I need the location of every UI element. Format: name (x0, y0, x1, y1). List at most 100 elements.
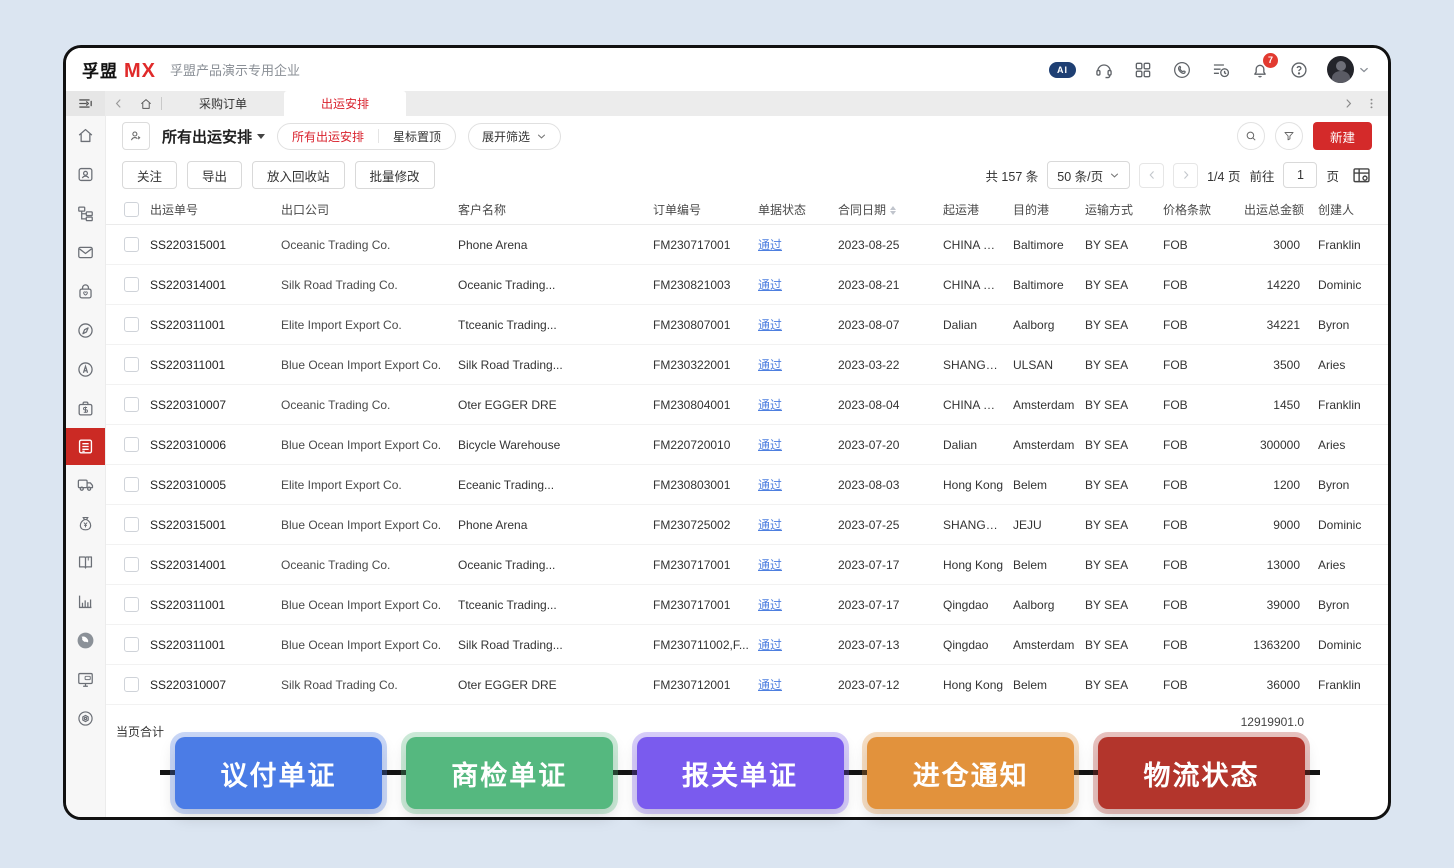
toolbar-button-3[interactable]: 放入回收站 (252, 161, 345, 189)
status-link[interactable]: 通过 (758, 278, 782, 292)
table-row[interactable]: SS220315001 Oceanic Trading Co. Phone Ar… (106, 225, 1388, 265)
status-link[interactable]: 通过 (758, 478, 782, 492)
table-row[interactable]: SS220314001 Silk Road Trading Co. Oceani… (106, 265, 1388, 305)
app-grid-icon (1133, 60, 1153, 80)
port-of-destination-cell: JEJU (1013, 518, 1085, 532)
sidebar-item-shipping-doc[interactable] (66, 428, 105, 465)
status-link[interactable]: 通过 (758, 598, 782, 612)
help-button[interactable] (1288, 59, 1310, 81)
table-row[interactable]: SS220311001 Blue Ocean Import Export Co.… (106, 625, 1388, 665)
table-row[interactable]: SS220311001 Blue Ocean Import Export Co.… (106, 585, 1388, 625)
task-list-button[interactable] (1210, 59, 1232, 81)
tab-forward-icon[interactable] (1342, 97, 1355, 110)
home-tab-button[interactable] (131, 91, 161, 116)
row-checkbox[interactable] (124, 437, 139, 452)
sidebar-item-briefcase-dollar[interactable] (66, 389, 105, 428)
sidebar-item-gear[interactable] (66, 699, 105, 738)
row-checkbox[interactable] (124, 357, 139, 372)
user-menu[interactable] (1327, 56, 1370, 83)
segment-all[interactable]: 所有出运安排 (278, 124, 378, 149)
ai-assistant-button[interactable]: AI (1049, 62, 1076, 78)
table-body: SS220315001 Oceanic Trading Co. Phone Ar… (106, 225, 1388, 705)
row-checkbox[interactable] (124, 317, 139, 332)
flow-button-4[interactable]: 进仓通知 (867, 737, 1074, 809)
status-link[interactable]: 通过 (758, 398, 782, 412)
row-checkbox[interactable] (124, 677, 139, 692)
table-row[interactable]: SS220314001 Oceanic Trading Co. Oceanic … (106, 545, 1388, 585)
next-page-button[interactable] (1173, 163, 1198, 188)
search-button[interactable] (1237, 122, 1265, 150)
tab-1[interactable]: 采购订单 (162, 91, 284, 116)
view-title-dropdown[interactable]: 所有出运安排 (162, 126, 265, 147)
toolbar-button-4[interactable]: 批量修改 (355, 161, 435, 189)
sidebar-item-whatsapp[interactable] (66, 621, 105, 660)
sidebar-item-monitor[interactable] (66, 660, 105, 699)
headset-button[interactable] (1093, 59, 1115, 81)
status-link[interactable]: 通过 (758, 358, 782, 372)
row-checkbox[interactable] (124, 597, 139, 612)
filter-button[interactable] (1275, 122, 1303, 150)
table-row[interactable]: SS220310006 Blue Ocean Import Export Co.… (106, 425, 1388, 465)
tab-more-icon[interactable] (1365, 97, 1378, 110)
app-grid-button[interactable] (1132, 59, 1154, 81)
tab-2[interactable]: 出运安排 (284, 91, 406, 116)
row-checkbox[interactable] (124, 397, 139, 412)
status-link[interactable]: 通过 (758, 318, 782, 332)
sidebar-item-a-circle[interactable] (66, 350, 105, 389)
avatar[interactable] (1327, 56, 1354, 83)
status-link[interactable]: 通过 (758, 558, 782, 572)
status-link[interactable]: 通过 (758, 638, 782, 652)
row-checkbox[interactable] (124, 517, 139, 532)
sidebar-item-truck[interactable] (66, 465, 105, 504)
collapse-menu-button[interactable] (66, 91, 105, 116)
page-size-select[interactable]: 50 条/页 (1047, 161, 1130, 189)
chevron-down-icon[interactable] (1358, 64, 1370, 76)
sidebar-item-home[interactable] (66, 116, 105, 155)
assignee-filter-button[interactable] (122, 122, 150, 150)
customer-cell: Bicycle Warehouse (458, 438, 653, 452)
row-checkbox[interactable] (124, 237, 139, 252)
row-checkbox[interactable] (124, 477, 139, 492)
flow-button-2[interactable]: 商检单证 (406, 737, 613, 809)
status-link[interactable]: 通过 (758, 438, 782, 452)
column-header[interactable]: 合同日期 (838, 201, 943, 218)
sidebar-item-org-chart[interactable] (66, 194, 105, 233)
column-settings-icon[interactable] (1351, 165, 1372, 186)
flow-button-5[interactable]: 物流状态 (1098, 737, 1305, 809)
status-link[interactable]: 通过 (758, 518, 782, 532)
sidebar-item-compass[interactable] (66, 311, 105, 350)
sidebar-item-notebook[interactable] (66, 543, 105, 582)
table-row[interactable]: SS220310005 Elite Import Export Co. Ecea… (106, 465, 1388, 505)
row-checkbox[interactable] (124, 277, 139, 292)
sort-icon[interactable] (890, 206, 896, 215)
expand-filter-button[interactable]: 展开筛选 (468, 123, 561, 150)
table-row[interactable]: SS220310007 Silk Road Trading Co. Oter E… (106, 665, 1388, 705)
prev-page-button[interactable] (1139, 163, 1164, 188)
status-link[interactable]: 通过 (758, 678, 782, 692)
table-row[interactable]: SS220311001 Blue Ocean Import Export Co.… (106, 345, 1388, 385)
flow-button-1[interactable]: 议付单证 (175, 737, 382, 809)
row-checkbox[interactable] (124, 637, 139, 652)
row-checkbox[interactable] (124, 557, 139, 572)
sidebar-item-money-bag[interactable] (66, 504, 105, 543)
sidebar-item-bar-chart[interactable] (66, 582, 105, 621)
status-link[interactable]: 通过 (758, 238, 782, 252)
tab-back-button[interactable] (106, 91, 131, 116)
sidebar-item-shopping-bag[interactable] (66, 272, 105, 311)
sidebar-item-mail[interactable] (66, 233, 105, 272)
table-row[interactable]: SS220311001 Elite Import Export Co. Ttce… (106, 305, 1388, 345)
table-row[interactable]: SS220315001 Blue Ocean Import Export Co.… (106, 505, 1388, 545)
table-row[interactable]: SS220310007 Oceanic Trading Co. Oter EGG… (106, 385, 1388, 425)
goto-page-input[interactable]: 1 (1283, 162, 1317, 188)
new-button[interactable]: 新建 (1313, 122, 1372, 150)
phone-button[interactable] (1171, 59, 1193, 81)
toolbar-button-2[interactable]: 导出 (187, 161, 242, 189)
segment-starred[interactable]: 星标置顶 (379, 124, 455, 149)
sidebar-item-id-card[interactable] (66, 155, 105, 194)
column-header: 出运总金额 (1223, 201, 1308, 218)
flow-button-3[interactable]: 报关单证 (637, 737, 844, 809)
toolbar-button-1[interactable]: 关注 (122, 161, 177, 189)
bell-button[interactable]: 7 (1249, 59, 1271, 81)
exporter-cell: Blue Ocean Import Export Co. (281, 638, 458, 652)
select-all-checkbox[interactable] (124, 202, 139, 217)
